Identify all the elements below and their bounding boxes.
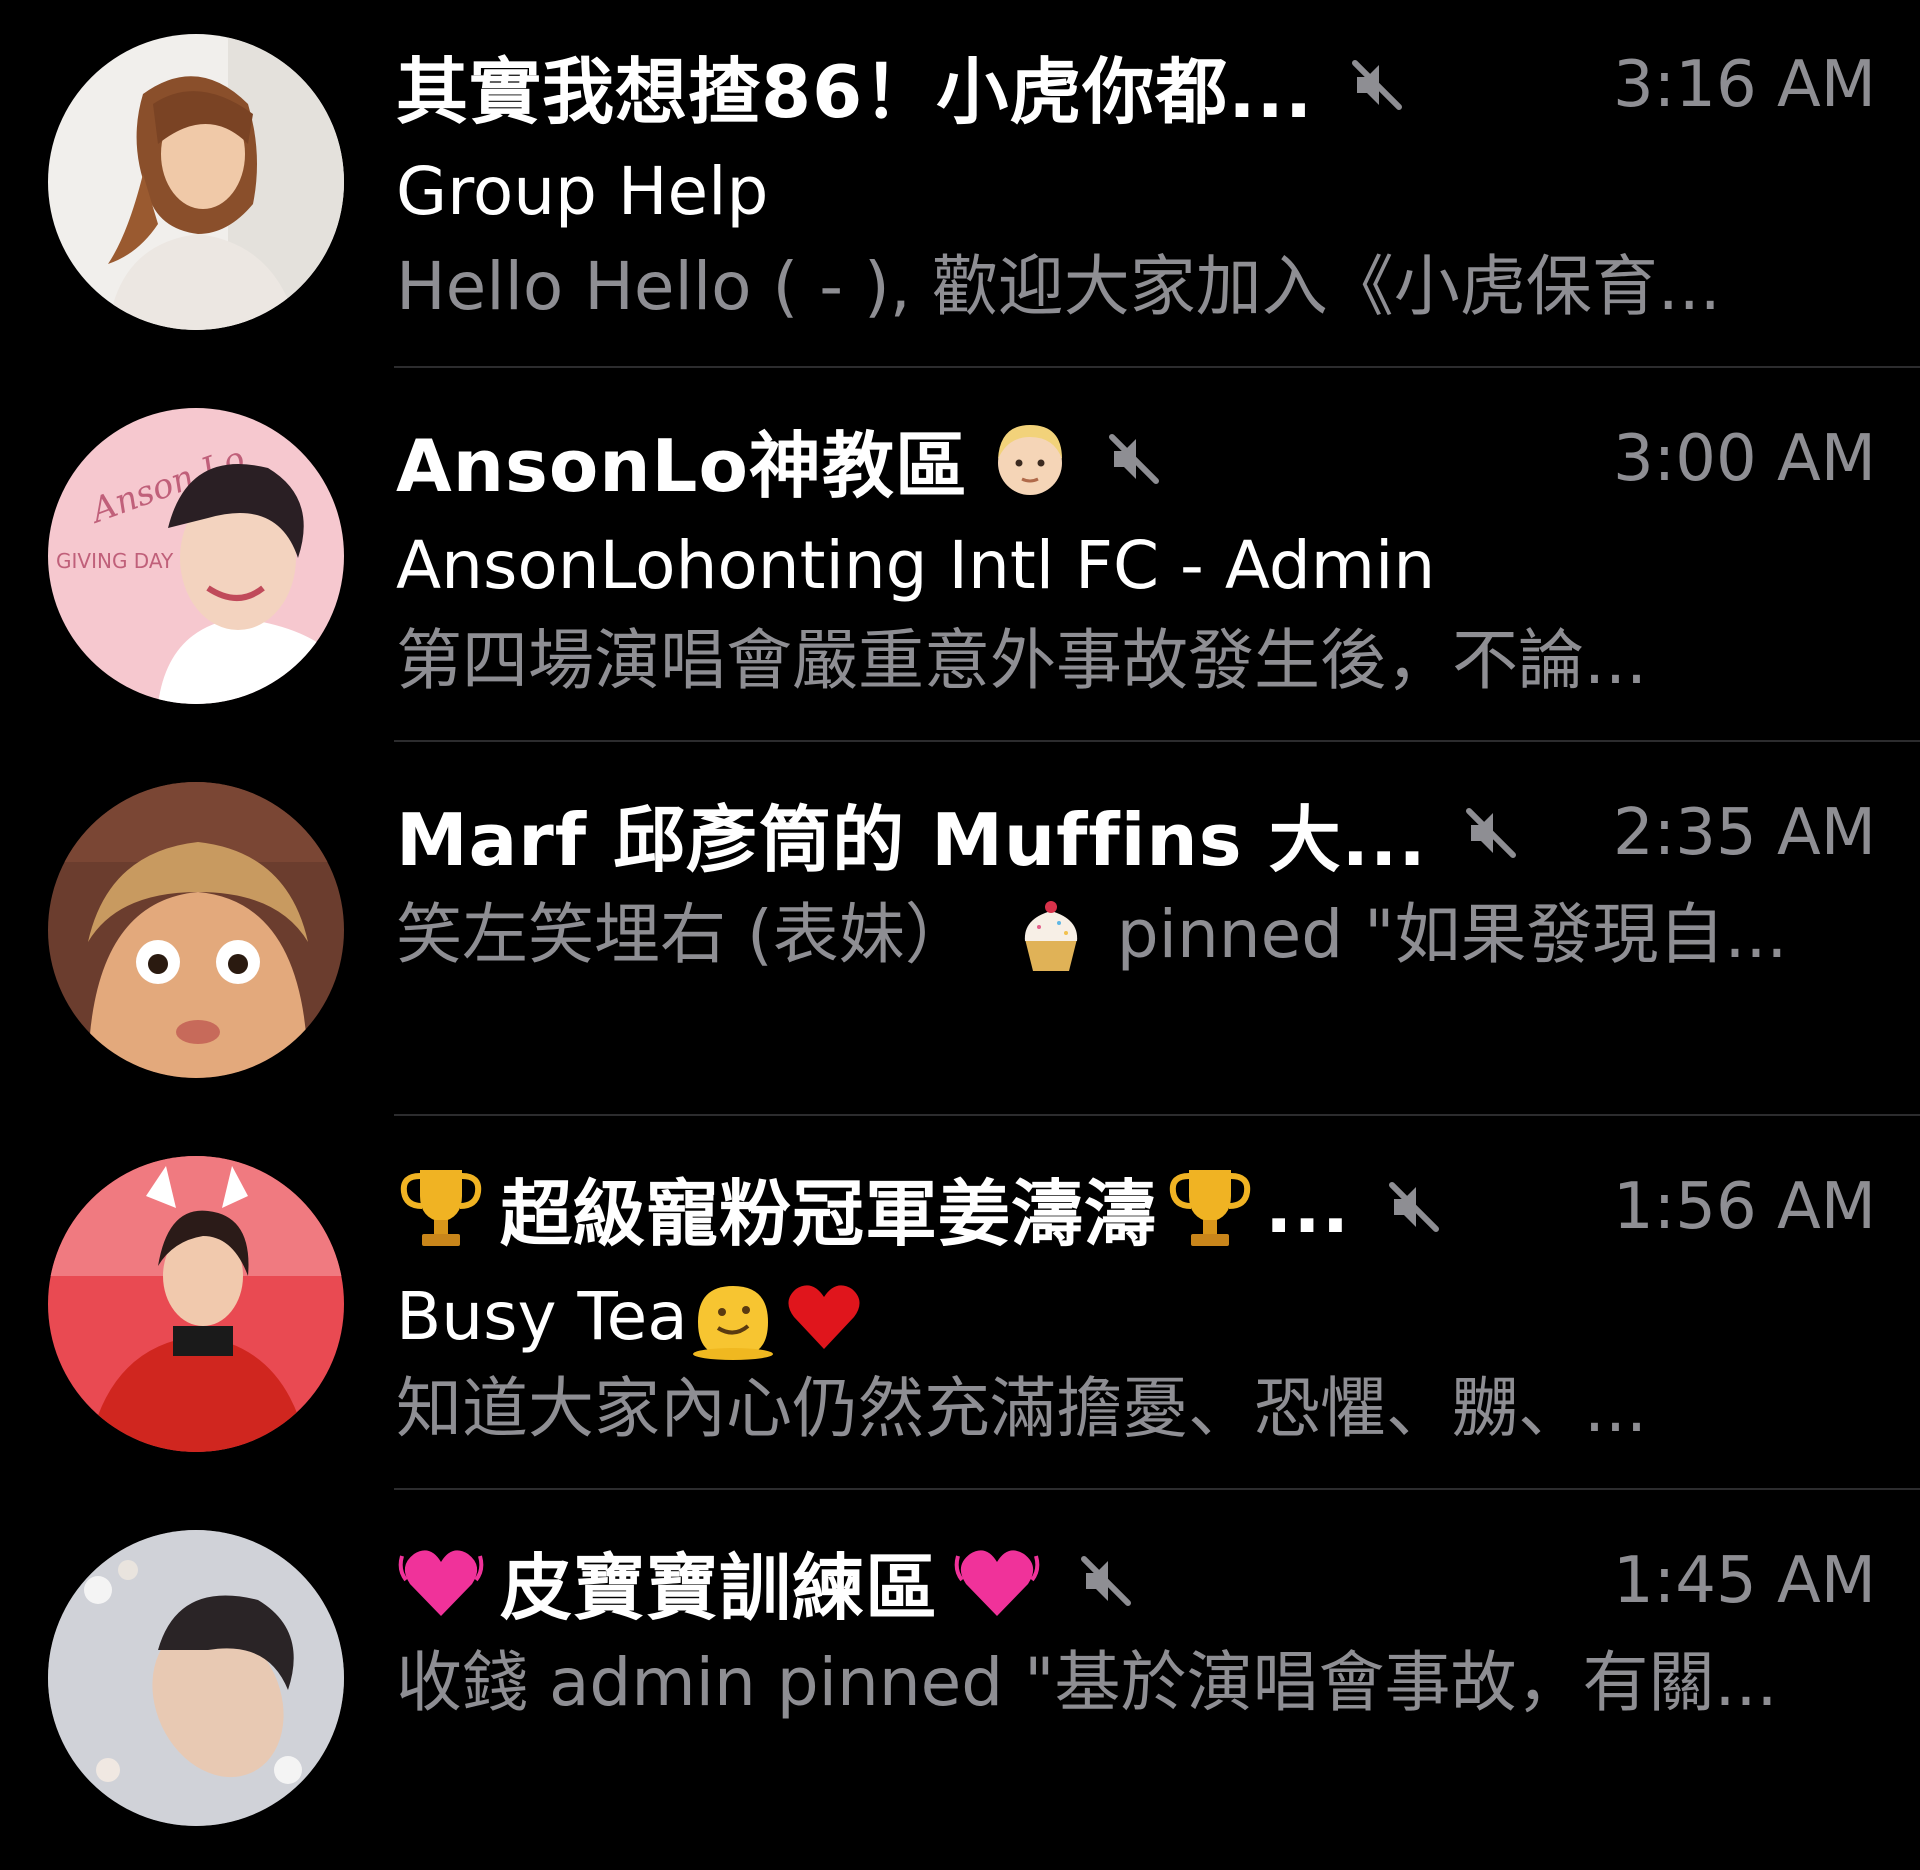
chat-sender: Busy Tea bbox=[396, 1272, 864, 1362]
muted-speaker-icon bbox=[1347, 55, 1407, 115]
chat-time: 2:35 AM bbox=[1612, 796, 1876, 870]
avatar-woman-photo bbox=[48, 34, 344, 330]
row-divider bbox=[394, 366, 1920, 368]
chat-title: 皮寶寶訓練區 bbox=[500, 1545, 939, 1630]
avatar-anson-lo-giving-day: Anson Lo GIVING DAY bbox=[48, 408, 344, 704]
preview-sender: 笑左笑埋右 (表妹） bbox=[396, 896, 971, 973]
chat-preview: 收錢 admin pinned "基於演唱會事故，有關... bbox=[396, 1644, 1778, 1721]
chat-sender: Group Help bbox=[396, 153, 769, 230]
row-divider bbox=[394, 1114, 1920, 1116]
chat-title-line: 皮寶寶訓練區 bbox=[396, 1536, 1136, 1630]
chat-title: 其實我想揸86！小虎你都... bbox=[396, 49, 1314, 134]
chat-title-line: Marf 邱彥筒的 Muffins 大... bbox=[396, 788, 1521, 882]
avatar-badge-text: GIVING DAY bbox=[56, 549, 174, 573]
chat-sender: AnsonLohonting Intl FC - Admin bbox=[396, 527, 1436, 604]
sender-name: Busy Tea bbox=[396, 1278, 688, 1355]
chat-title: AnsonLo神教區 bbox=[396, 423, 968, 508]
row-divider bbox=[394, 1488, 1920, 1490]
chat-row-4[interactable]: 超級寵粉冠軍姜濤濤 ... 1:56 AM Busy Tea 知道大家內心仍然充… bbox=[0, 1122, 1920, 1496]
chat-title-line: 超級寵粉冠軍姜濤濤 ... bbox=[396, 1162, 1444, 1256]
chat-row-1[interactable]: 其實我想揸86！小虎你都... 3:16 AM Group Help Hello… bbox=[0, 0, 1920, 374]
avatar-surprised-face-photo bbox=[48, 782, 344, 1078]
preview-text: pinned "如果發現自... bbox=[1116, 896, 1788, 973]
chat-preview: Hello Hello ( - ), 歡迎大家加入《小虎保育... bbox=[396, 248, 1721, 325]
chat-time: 1:56 AM bbox=[1612, 1170, 1876, 1244]
chat-list: 其實我想揸86！小虎你都... 3:16 AM Group Help Hello… bbox=[0, 0, 1920, 1838]
chat-time: 3:16 AM bbox=[1612, 48, 1876, 122]
trophy-emoji bbox=[396, 1162, 486, 1252]
chat-time: 1:45 AM bbox=[1612, 1544, 1876, 1618]
chat-preview: 知道大家內心仍然充滿擔憂、恐懼、嬲、... bbox=[396, 1370, 1647, 1447]
trophy-emoji bbox=[1165, 1162, 1255, 1252]
cupcake-emoji bbox=[1011, 895, 1091, 975]
chat-title: 超級寵粉冠軍姜濤濤 bbox=[500, 1171, 1158, 1256]
muted-speaker-icon bbox=[1461, 803, 1521, 863]
muted-speaker-icon bbox=[1104, 429, 1164, 489]
chat-row-2[interactable]: Anson Lo GIVING DAY AnsonLo神教區 3:00 AM A… bbox=[0, 374, 1920, 748]
avatar-cat-ears-red-photo bbox=[48, 1156, 344, 1452]
chat-row-3[interactable]: Marf 邱彥筒的 Muffins 大... 2:35 AM 笑左笑埋右 (表妹… bbox=[0, 748, 1920, 1122]
chat-preview: 第四場演唱會嚴重意外事故發生後，不論... bbox=[396, 622, 1647, 699]
muted-speaker-icon bbox=[1076, 1551, 1136, 1611]
chat-title-line: AnsonLo神教區 bbox=[396, 414, 1164, 508]
beating-heart-emoji bbox=[952, 1536, 1042, 1626]
chat-time: 3:00 AM bbox=[1612, 422, 1876, 496]
avatar-flowers-portrait-photo bbox=[48, 1530, 344, 1826]
melting-face-emoji bbox=[688, 1272, 778, 1362]
row-divider bbox=[394, 740, 1920, 742]
blond-person-emoji bbox=[990, 419, 1070, 499]
title-ellipsis: ... bbox=[1265, 1165, 1351, 1249]
chat-preview: 笑左笑埋右 (表妹） pinned "如果發現自... bbox=[396, 893, 1787, 977]
chat-row-5[interactable]: 皮寶寶訓練區 1:45 AM 收錢 admin pinned "基於演唱會事故，… bbox=[0, 1496, 1920, 1870]
chat-title: Marf 邱彥筒的 Muffins 大... bbox=[396, 797, 1427, 882]
beating-heart-emoji bbox=[396, 1536, 486, 1626]
chat-title-line: 其實我想揸86！小虎你都... bbox=[396, 40, 1407, 134]
muted-speaker-icon bbox=[1384, 1177, 1444, 1237]
red-heart-emoji bbox=[784, 1277, 864, 1357]
